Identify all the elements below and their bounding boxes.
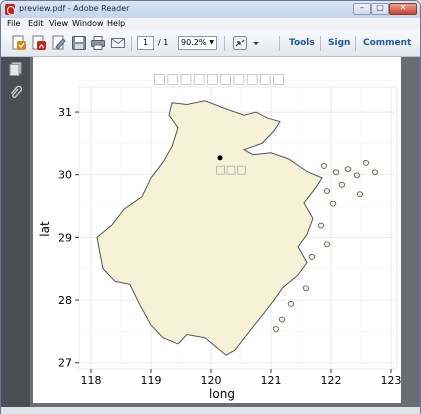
menu-window[interactable]: Window — [72, 19, 104, 28]
window-title: preview.pdf - Adobe Reader — [19, 4, 130, 13]
comment-button[interactable]: Comment — [363, 38, 411, 48]
x-tick-label: 119 — [141, 374, 162, 387]
island-shape — [308, 254, 316, 260]
page-number-input[interactable]: 1 — [137, 36, 154, 50]
island-shape — [371, 169, 379, 176]
zoom-select[interactable]: 90.2% ▼ — [178, 36, 217, 50]
menu-edit[interactable]: Edit — [28, 19, 44, 28]
attachments-icon[interactable] — [9, 85, 22, 100]
toolbar-separator — [355, 36, 356, 51]
island-shape — [332, 169, 340, 176]
y-tick-label: 29 — [58, 231, 72, 244]
island-shape — [356, 191, 364, 198]
status-bar — [1, 407, 420, 414]
close-button[interactable]: ✕ — [389, 3, 417, 15]
maximize-icon: □ — [376, 3, 384, 12]
x-axis-label: long — [209, 387, 235, 401]
island-shape — [362, 160, 370, 166]
island-shape — [278, 316, 286, 323]
minimize-icon: – — [360, 3, 364, 12]
island-shape — [302, 285, 310, 292]
y-tick-label: 30 — [58, 169, 72, 182]
pdf-page: 118 119 120 121 122 123 27 28 29 30 31 □□□ □□□□□□□… — [33, 57, 421, 403]
island-shape — [353, 172, 361, 179]
zoom-value: 90.2% — [181, 38, 207, 47]
menu-help[interactable]: Help — [107, 19, 125, 28]
island-shape — [323, 188, 331, 194]
city-point — [217, 155, 223, 161]
toolbar: 1 / 1 90.2% ▼ Tools Sign Comment — [1, 30, 420, 57]
create-pdf-icon[interactable] — [11, 35, 27, 51]
island-shape — [320, 163, 328, 169]
map-chart: 118 119 120 121 122 123 27 28 29 30 31 □□□ □□□□□□□… — [33, 57, 421, 403]
menu-file[interactable]: File — [7, 19, 20, 28]
toolbar-separator — [224, 36, 225, 51]
y-tick-label: 27 — [58, 357, 72, 370]
y-tick-label: 28 — [58, 294, 72, 307]
print-icon[interactable] — [90, 35, 106, 51]
island-shape — [329, 200, 337, 207]
app-window: preview.pdf - Adobe Reader – □ ✕ File Ed… — [0, 0, 421, 414]
dropdown-icon[interactable] — [251, 35, 261, 51]
sign-button[interactable]: Sign — [328, 38, 350, 48]
island-shape — [317, 222, 325, 229]
navigation-pane — [1, 57, 30, 407]
island-shape — [272, 326, 280, 332]
chevron-down-icon: ▼ — [209, 39, 214, 46]
y-tick-label: 31 — [58, 106, 72, 119]
x-tick-label: 123 — [381, 374, 402, 387]
island-shape — [344, 166, 352, 173]
menu-view[interactable]: View — [49, 19, 68, 28]
convert-pdf-icon[interactable] — [31, 35, 47, 51]
adobe-reader-icon — [5, 4, 15, 15]
chart-title: □□□□□□□□□□ — [153, 71, 285, 87]
menu-bar: File Edit View Window Help — [1, 18, 420, 30]
title-bar: preview.pdf - Adobe Reader – □ ✕ — [1, 1, 420, 18]
y-axis-label: lat — [38, 221, 52, 237]
city-label: □□□ — [215, 163, 246, 176]
edit-icon[interactable] — [51, 35, 67, 51]
minimize-button[interactable]: – — [353, 3, 371, 15]
x-tick-label: 122 — [321, 374, 342, 387]
toolbar-separator — [279, 36, 280, 51]
x-tick-label: 121 — [261, 374, 282, 387]
toolbar-separator — [320, 36, 321, 51]
page-navigation-icon[interactable] — [232, 35, 248, 51]
pages-icon[interactable] — [9, 62, 22, 77]
maximize-button[interactable]: □ — [371, 3, 389, 15]
toolbar-separator — [131, 36, 132, 51]
island-shape — [338, 181, 346, 188]
tools-button[interactable]: Tools — [289, 38, 315, 48]
email-icon[interactable] — [110, 35, 126, 51]
page-total: / 1 — [158, 38, 169, 47]
island-shape — [323, 241, 331, 248]
close-icon: ✕ — [399, 3, 407, 12]
x-tick-label: 120 — [201, 374, 222, 387]
x-tick-label: 118 — [81, 374, 102, 387]
save-icon[interactable] — [71, 35, 87, 51]
island-shape — [287, 301, 295, 307]
